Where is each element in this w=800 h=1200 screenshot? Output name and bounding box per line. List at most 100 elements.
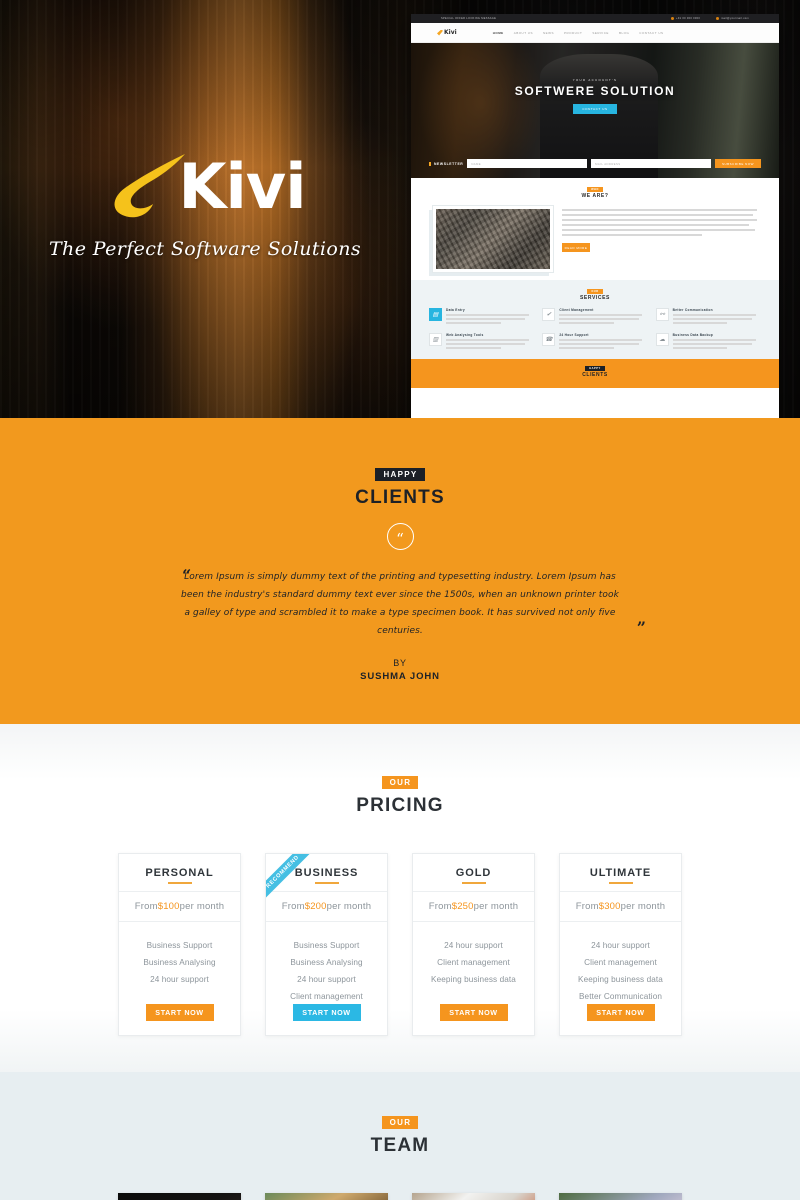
cloud-icon: ☁	[655, 333, 669, 346]
pricing-card-business[interactable]: RECOMMEND BUSINESS From $200 per month B…	[265, 853, 388, 1036]
mockup-services-title: SERVICES	[580, 295, 610, 301]
text-line	[672, 322, 728, 324]
pricing-card-features: Business Support Business Analysing 24 h…	[266, 922, 387, 1004]
testimonial-by-label: BY	[393, 658, 407, 668]
swoosh-icon-small	[437, 29, 443, 36]
mockup-services-section: OUR SERVICES ▤ Data Entry ✔ Client Manag…	[411, 280, 779, 359]
feature-item: 24 hour support	[297, 975, 356, 984]
pricing-card-personal[interactable]: PERSONAL From $100 per month Business Su…	[118, 853, 241, 1036]
mockup-service-item: ▤ Data Entry	[429, 308, 534, 324]
team-photo-4[interactable]	[559, 1193, 682, 1200]
mockup-about-copy: READ MORE	[562, 206, 757, 252]
price-prefix: From	[281, 901, 305, 912]
mockup-service-item: ☁ Business Data Backup	[655, 333, 761, 349]
feature-item: Business Support	[293, 941, 360, 950]
mockup-newsletter-bar: NEWSLETTER NAME MAIL ADDRESS SUBSCRIBE N…	[411, 159, 779, 168]
mockup-menu-item-about: ABOUT US	[513, 30, 533, 35]
text-line	[562, 209, 757, 211]
testimonial-text: Lorem Ipsum is simply dummy text of the …	[181, 572, 619, 636]
pricing-card-features: Business Support Business Analysing 24 h…	[119, 922, 240, 1004]
mockup-logo: Kivi	[437, 29, 457, 36]
team-photo-3[interactable]	[412, 1193, 535, 1200]
price-prefix: From	[428, 901, 452, 912]
price-suffix: per month	[326, 901, 372, 912]
team-grid	[0, 1193, 800, 1200]
pricing-card-ultimate[interactable]: ULTIMATE From $300 per month 24 hour sup…	[559, 853, 682, 1036]
start-now-button[interactable]: START NOW	[292, 1004, 361, 1021]
pricing-card-price: From $100 per month	[119, 891, 240, 922]
mockup-navbar: Kivi HOME ABOUT US NEWS PRODUCT SERVICE …	[411, 23, 779, 43]
feature-item: 24 hour support	[150, 975, 209, 984]
text-line	[559, 347, 615, 349]
mockup-service-title: Client Management	[559, 308, 594, 312]
text-line	[559, 322, 615, 324]
mockup-email: mail@yourmail.com	[716, 17, 749, 20]
feature-item: Keeping business data	[431, 975, 516, 984]
mockup-topbar-message: SPECIAL OFFER LOOKING MESSAGE	[441, 17, 497, 20]
clients-badge: HAPPY	[375, 468, 425, 481]
mockup-menu-item-news: NEWS	[542, 30, 554, 35]
mockup-topbar-contacts: +91 00 000 0000 mail@yourmail.com	[671, 17, 749, 20]
headset-icon: ☎	[542, 333, 556, 346]
pricing-title: PRICING	[356, 795, 444, 816]
brand-block: Kivi The Perfect Software Solutions	[0, 150, 410, 260]
pricing-card-name: ULTIMATE	[560, 854, 681, 891]
mockup-topbar: SPECIAL OFFER LOOKING MESSAGE +91 00 000…	[411, 14, 779, 23]
team-title: TEAM	[370, 1135, 430, 1156]
quote-icon: “	[386, 523, 414, 550]
feature-item: Business Support	[146, 941, 213, 950]
text-line	[446, 339, 530, 341]
pricing-cards: PERSONAL From $100 per month Business Su…	[0, 853, 800, 1036]
mockup-service-text: 24 Hour Support	[559, 333, 647, 349]
text-line	[672, 347, 728, 349]
text-line	[446, 314, 530, 316]
pricing-card-name: PERSONAL	[119, 854, 240, 891]
feature-item: Business Analysing	[290, 958, 363, 967]
feature-item: Client management	[584, 958, 657, 967]
mockup-hero-kicker: YOUR ACCOUNT'S	[572, 77, 618, 82]
clients-title: CLIENTS	[355, 487, 445, 508]
pricing-card-gold[interactable]: GOLD From $250 per month 24 hour support…	[412, 853, 535, 1036]
mockup-service-item: ⚯ Better Communication	[655, 308, 761, 324]
logo-lockup: Kivi	[0, 150, 410, 224]
mockup-service-title: Web Analysing Tools	[446, 333, 484, 337]
mockup-menu-item-contact: CONTACT US	[639, 30, 664, 35]
team-badge: OUR	[381, 1116, 419, 1129]
start-now-button[interactable]: START NOW	[586, 1004, 655, 1021]
mockup-service-text: Data Entry	[446, 308, 534, 324]
text-line	[559, 339, 643, 341]
mockup-about-text-lines	[562, 209, 757, 236]
pricing-card-price: From $250 per month	[413, 891, 534, 922]
mockup-menu: HOME ABOUT US NEWS PRODUCT SERVICE BLOG …	[493, 31, 664, 35]
check-shield-icon: ✔	[542, 308, 556, 321]
team-photo-1[interactable]	[118, 1193, 241, 1200]
pricing-card-features: 24 hour support Client management Keepin…	[560, 922, 681, 1004]
mockup-about-heading: WHO WE ARE?	[411, 187, 779, 199]
mockup-service-text: Client Management	[559, 308, 647, 324]
text-line	[562, 234, 703, 236]
brand-tagline: The Perfect Software Solutions	[48, 238, 362, 260]
mockup-service-title: Business Data Backup	[672, 333, 714, 337]
mockup-phone-text: +91 00 000 0000	[676, 17, 701, 20]
mockup-phone: +91 00 000 0000	[671, 17, 700, 20]
start-now-button[interactable]: START NOW	[145, 1004, 214, 1021]
hero-section: Kivi The Perfect Software Solutions SPEC…	[0, 0, 800, 418]
pricing-card-name: GOLD	[413, 854, 534, 891]
pricing-card-features: 24 hour support Client management Keepin…	[413, 922, 534, 1004]
mockup-service-text: Business Data Backup	[672, 333, 761, 349]
mockup-newsletter-name-input: NAME	[467, 159, 588, 168]
price-value: $250	[451, 901, 474, 912]
text-line	[446, 322, 501, 324]
happy-clients-section: HAPPY CLIENTS “ “ Lorem Ipsum is simply …	[0, 418, 800, 724]
team-photo-2[interactable]	[265, 1193, 388, 1200]
text-line	[562, 229, 756, 231]
mockup-newsletter-subscribe-button: SUBSCRIBE NOW	[714, 159, 761, 168]
pricing-badge: OUR	[381, 776, 419, 789]
feature-item: Business Analysing	[143, 958, 216, 967]
start-now-button[interactable]: START NOW	[439, 1004, 508, 1021]
text-line	[559, 343, 639, 345]
mockup-clients-badge: HAPPY	[585, 366, 605, 371]
text-line	[559, 318, 639, 320]
mockup-logo-text: Kivi	[444, 29, 457, 36]
text-line	[562, 214, 754, 216]
